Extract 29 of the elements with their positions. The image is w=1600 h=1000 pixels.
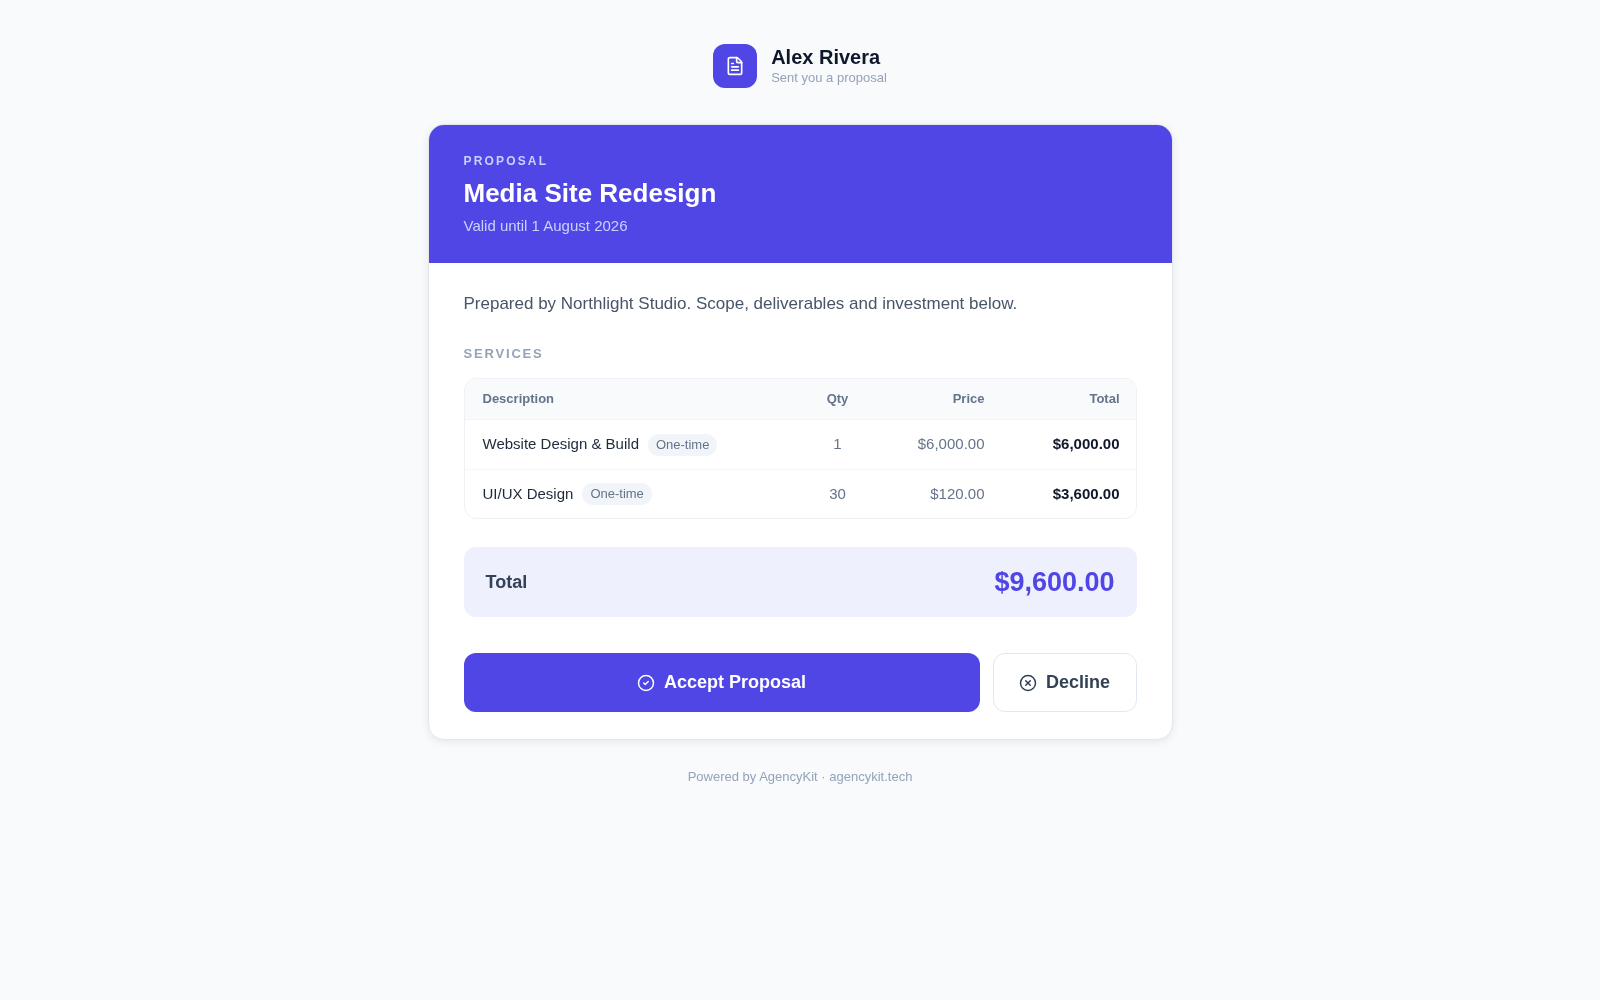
price-cell-text: $120.00: [929, 483, 985, 504]
quantity-cell-text: 1: [832, 434, 843, 455]
intro-text: Prepared by Northlight Studio. Scope, deliverables and investment below.: [463, 293, 1018, 315]
service-description: Website Design & Build: [482, 434, 639, 455]
column-header: Qty: [825, 390, 850, 409]
sender-subtitle: Sent you a proposal: [771, 69, 887, 87]
check-circle-icon: [636, 673, 655, 692]
document-icon: [713, 44, 758, 88]
proposal-eyebrow: PROPOSAL: [463, 153, 549, 169]
services-heading: SERVICES: [463, 345, 544, 363]
service-description: UI/UX Design: [482, 483, 574, 504]
billing-tag: One-time: [582, 483, 652, 505]
line-total-cell-text: $6,000.00: [1051, 434, 1120, 455]
column-header: Total: [1088, 390, 1120, 409]
footer-text: Powered by AgencyKit · agencykit.tech: [687, 768, 913, 786]
sender-name: Alex Rivera: [771, 45, 882, 69]
billing-tag: One-time: [647, 433, 718, 456]
total-amount: $9,600.00: [994, 565, 1115, 599]
decline-button[interactable]: Decline: [992, 653, 1137, 712]
line-total-cell-text: $3,600.00: [1051, 483, 1120, 504]
close-circle-icon: [1019, 673, 1037, 692]
price-cell-text: $6,000.00: [916, 434, 985, 455]
proposal-title: Media Site Redesign: [463, 177, 717, 209]
quantity-cell-text: 30: [828, 483, 847, 504]
column-header: Description: [482, 390, 555, 409]
column-header: Price: [951, 390, 985, 409]
proposal-validity: Valid until 1 August 2026: [463, 216, 628, 236]
accept-button[interactable]: Accept Proposal: [463, 653, 980, 712]
total-label: Total: [485, 570, 528, 594]
